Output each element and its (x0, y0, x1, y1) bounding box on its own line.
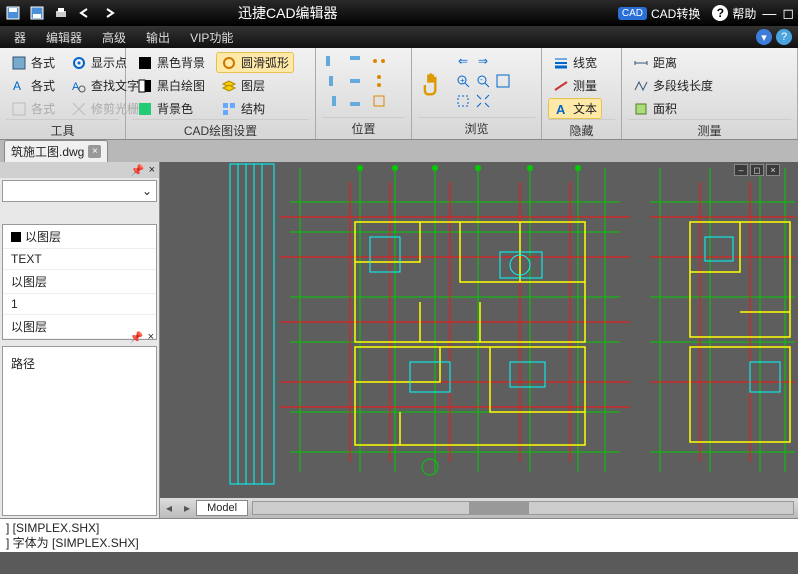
canvas-max-icon[interactable]: ◻ (750, 164, 764, 176)
pin-icon[interactable]: 📌 (131, 164, 145, 177)
list-item[interactable]: 1 (3, 294, 156, 315)
style-icon[interactable]: ▾ (756, 29, 772, 45)
arrow-left-icon[interactable]: ⇐ (454, 52, 472, 70)
file-tab-strip: 筑施工图.dwg × (0, 140, 798, 162)
cad-convert-link[interactable]: CAD转换 (651, 5, 700, 22)
canvas-close-icon[interactable]: × (766, 164, 780, 176)
redo-icon[interactable] (100, 4, 118, 22)
zoom-out-icon[interactable]: - (474, 72, 492, 90)
dist-grid-icon[interactable] (370, 92, 388, 110)
align-right-icon[interactable] (322, 92, 340, 110)
close-icon-2[interactable]: × (148, 331, 154, 344)
maximize-button[interactable]: ◻ (782, 5, 794, 22)
menu-bar: 器 编辑器 高级 输出 VIP功能 ▾ ? (0, 26, 798, 48)
dist-h-icon[interactable] (370, 52, 388, 70)
tab-prev-icon[interactable]: ◂ (160, 501, 178, 515)
log-line: ] 字体为 [SIMPLEX.SHX] (6, 536, 792, 551)
file-tab[interactable]: 筑施工图.dwg × (4, 140, 108, 162)
undo-icon[interactable] (76, 4, 94, 22)
pin-icon-2[interactable]: 📌 (130, 331, 144, 344)
arrow-right-icon[interactable]: ⇒ (474, 52, 492, 70)
ribbon-group-tools: 各式 A各式 各式 显示点 A查找文字 修剪光栅 工具 (0, 48, 126, 139)
save-icon[interactable] (4, 4, 22, 22)
dist-v-icon[interactable] (370, 72, 388, 90)
align-top-icon[interactable] (346, 52, 364, 70)
file-tab-name: 筑施工图.dwg (11, 143, 84, 160)
fmt1-button[interactable]: 各式 (6, 52, 60, 73)
bw-draw-button[interactable]: 黑白绘图 (132, 75, 210, 96)
fmt3-button[interactable]: 各式 (6, 98, 60, 119)
lineweight-button[interactable]: 线宽 (548, 52, 602, 73)
path-label: 路径 (11, 357, 35, 371)
ribbon-group-position: 位置 (316, 48, 412, 139)
close-tab-icon[interactable]: × (88, 145, 101, 158)
struct-button[interactable]: 结构 (216, 98, 294, 119)
align-bot-icon[interactable] (346, 92, 364, 110)
tab-next-icon[interactable]: ▸ (178, 501, 196, 515)
ribbon: 各式 A各式 各式 显示点 A查找文字 修剪光栅 工具 黑色背景 黑白绘图 背景… (0, 48, 798, 140)
ribbon-group-cad-settings: 黑色背景 黑白绘图 背景色 圆滑弧形 图层 结构 CAD绘图设置 (126, 48, 316, 139)
svg-text:A: A (556, 102, 566, 117)
close-panel-icon[interactable]: × (149, 164, 155, 176)
title-bar: 迅捷CAD编辑器 CAD CAD转换 ? 帮助 — ◻ (0, 0, 798, 26)
menu-item-4[interactable]: VIP功能 (180, 27, 243, 48)
print-icon[interactable] (52, 4, 70, 22)
info-icon[interactable]: ? (776, 29, 792, 45)
text-button[interactable]: A文本 (548, 98, 602, 119)
ribbon-group-hide: 线宽 测量 A文本 隐藏 (542, 48, 622, 139)
svg-text:-: - (480, 75, 483, 84)
left-panel: 📌× ⌄ 以图层 TEXT 以图层 1 以图层 📌× 路径 (0, 162, 160, 518)
list-item[interactable]: 以图层 (3, 270, 156, 294)
help-icon[interactable]: ? (712, 5, 728, 21)
h-scrollbar[interactable] (252, 501, 794, 515)
app-title: 迅捷CAD编辑器 (238, 3, 338, 23)
ribbon-group-view: ⇐ ⇒ + - 浏览 (412, 48, 542, 139)
svg-text:A: A (13, 79, 21, 93)
pan-icon[interactable] (418, 70, 448, 100)
menu-item-2[interactable]: 高级 (92, 27, 136, 48)
property-list: 以图层 TEXT 以图层 1 以图层 (2, 224, 157, 340)
area-button[interactable]: 面积 (628, 98, 718, 119)
bg-color-button[interactable]: 背景色 (132, 98, 210, 119)
cad-badge: CAD (618, 7, 647, 20)
model-tab-bar: ◂ ▸ Model (160, 498, 798, 518)
log-line: ] [SIMPLEX.SHX] (6, 521, 792, 536)
cad-drawing (160, 162, 798, 498)
zoom-window-icon[interactable] (454, 92, 472, 110)
svg-text:+: + (460, 76, 465, 85)
ribbon-group-measure: 距离 多段线长度 面积 测量 (622, 48, 798, 139)
zoom-in-icon[interactable]: + (454, 72, 472, 90)
zoom-fit-icon[interactable] (494, 72, 512, 90)
canvas-min-icon[interactable]: – (734, 164, 748, 176)
smooth-arc-button[interactable]: 圆滑弧形 (216, 52, 294, 73)
save-as-icon[interactable] (28, 4, 46, 22)
minimize-button[interactable]: — (762, 5, 776, 21)
black-bg-button[interactable]: 黑色背景 (132, 52, 210, 73)
model-tab[interactable]: Model (196, 500, 248, 516)
list-item[interactable]: TEXT (3, 249, 156, 270)
panel-dropdown[interactable]: ⌄ (2, 180, 157, 202)
polyline-length-button[interactable]: 多段线长度 (628, 75, 718, 96)
align-mid-icon[interactable] (346, 72, 364, 90)
zoom-extent-icon[interactable] (474, 92, 492, 110)
path-panel: 📌× 路径 (2, 346, 157, 516)
command-log: ] [SIMPLEX.SHX] ] 字体为 [SIMPLEX.SHX] (0, 518, 798, 552)
drawing-canvas[interactable]: – ◻ × (160, 162, 798, 518)
menu-item-0[interactable]: 器 (4, 27, 36, 48)
measure-button[interactable]: 测量 (548, 75, 602, 96)
fmt2-button[interactable]: A各式 (6, 75, 60, 96)
align-left-icon[interactable] (322, 52, 340, 70)
chevron-down-icon: ⌄ (142, 184, 152, 198)
svg-text:A: A (72, 81, 80, 93)
menu-item-1[interactable]: 编辑器 (36, 27, 92, 48)
layer-button[interactable]: 图层 (216, 75, 294, 96)
list-item[interactable]: 以图层 (3, 225, 156, 249)
help-label[interactable]: 帮助 (732, 5, 756, 22)
menu-item-3[interactable]: 输出 (136, 27, 180, 48)
ribbon-group-label: 工具 (6, 119, 119, 139)
distance-button[interactable]: 距离 (628, 52, 718, 73)
align-center-icon[interactable] (322, 72, 340, 90)
